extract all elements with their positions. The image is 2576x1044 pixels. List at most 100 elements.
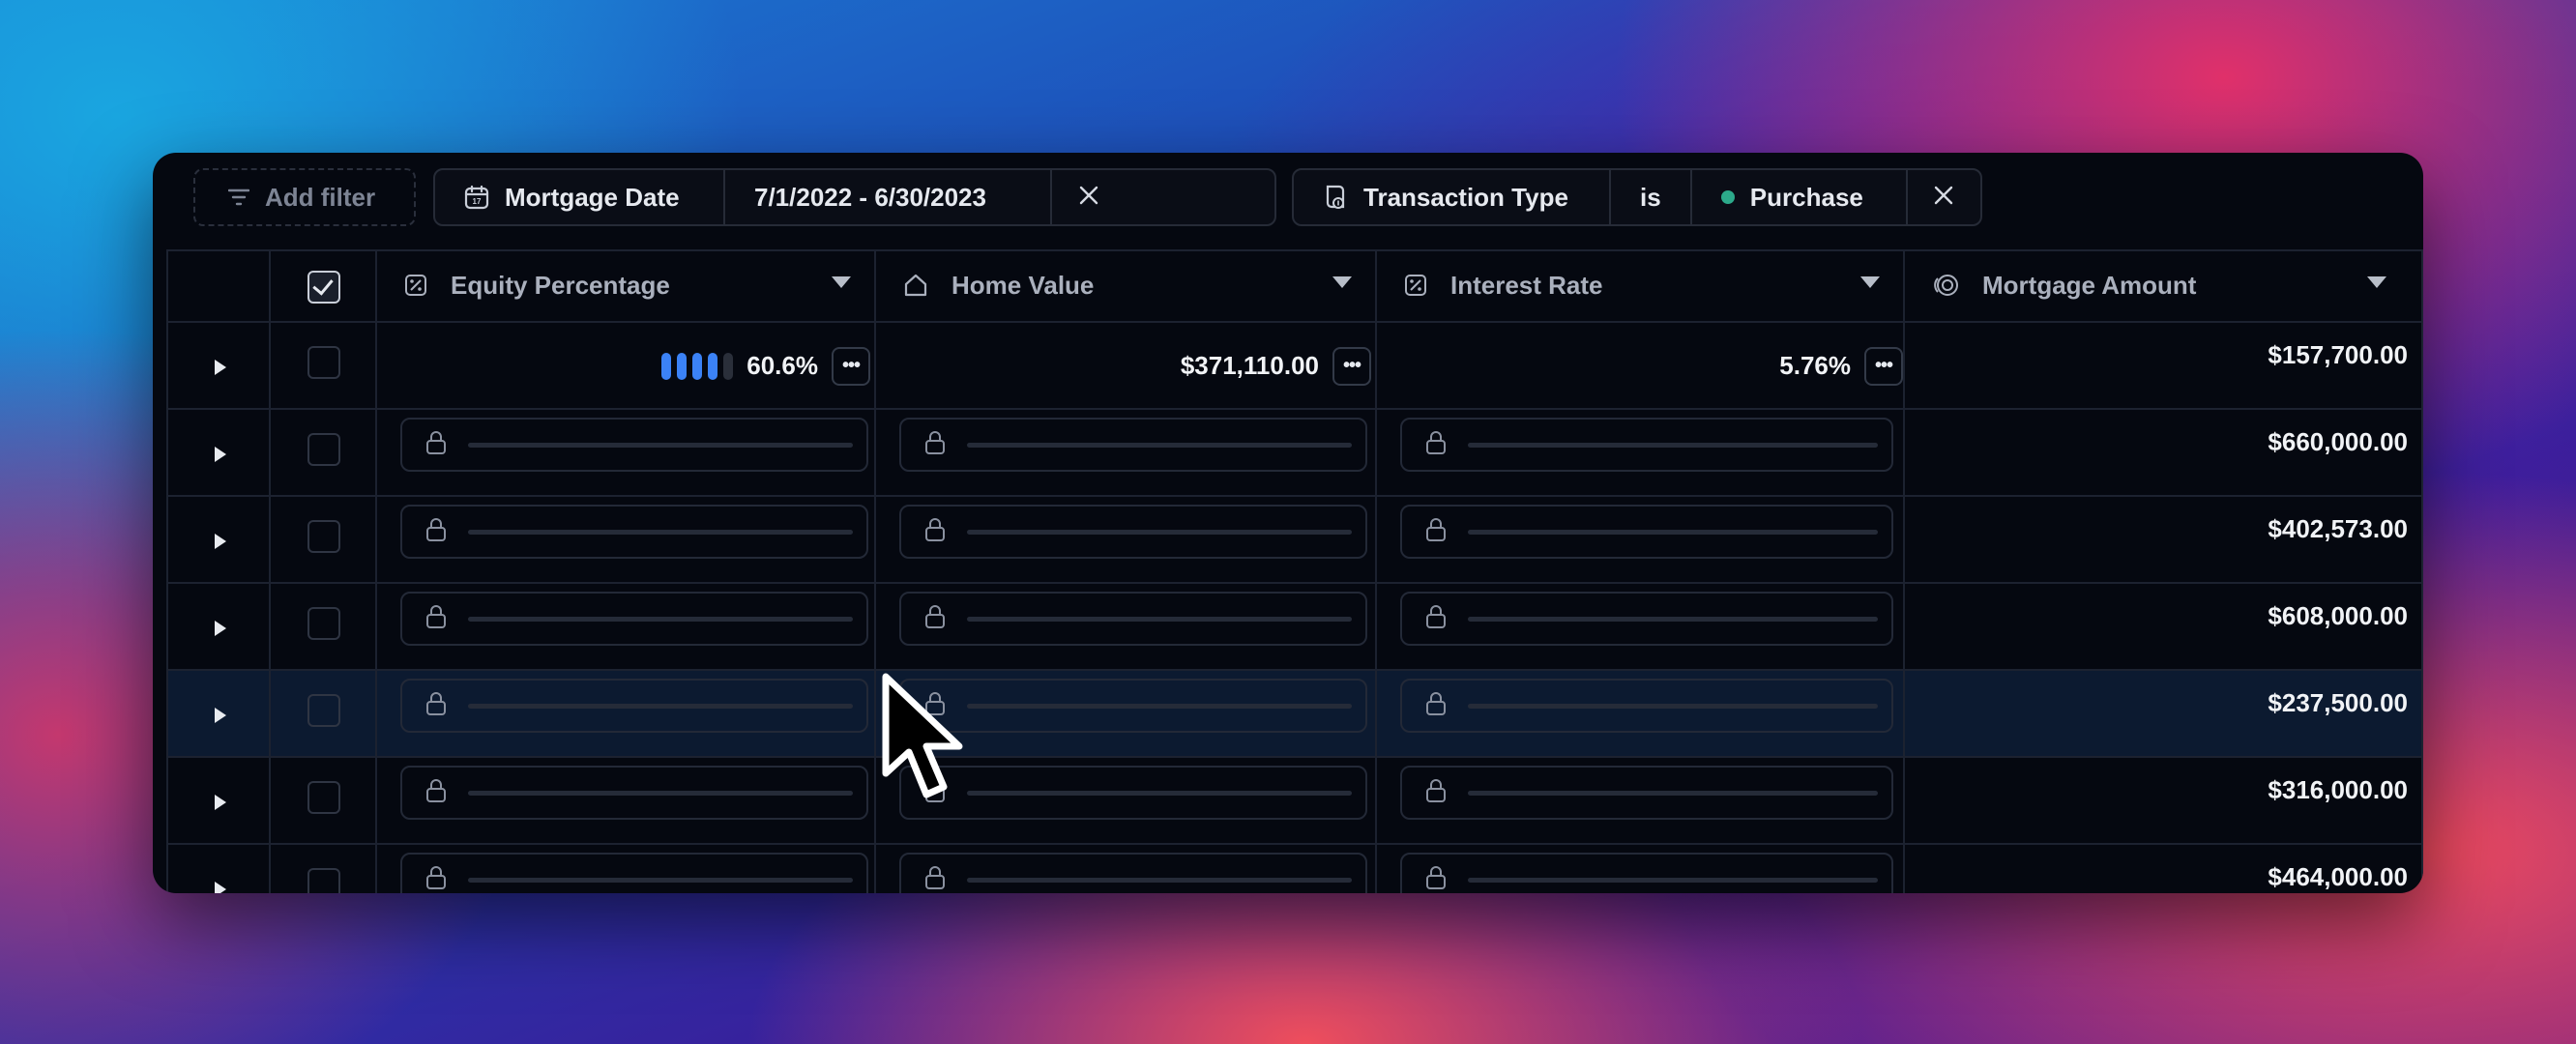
column-header-mortgage-amount[interactable]: Mortgage Amount [1918,249,2423,321]
locked-cell[interactable] [400,853,868,893]
more-options-button[interactable]: ••• [1864,346,1903,386]
column-header-label: Home Value [951,270,1095,300]
transaction-type-operator[interactable]: is [1611,170,1692,224]
equity-level-bars [661,352,734,380]
table-row[interactable]: 60.6% ••• $371,110.00 ••• 5.76% ••• $157… [166,323,2423,409]
receipt-icon [1323,184,1348,211]
locked-cell[interactable] [1400,505,1893,559]
expand-row-icon[interactable] [215,708,226,723]
table-row[interactable]: $237,500.00 [166,671,2423,757]
caret-down-icon[interactable] [2367,276,2386,288]
locked-cell[interactable] [1400,766,1893,820]
close-icon [1078,183,1099,213]
equity-percentage-cell[interactable]: 60.6% ••• [391,323,870,409]
placeholder-bar [967,616,1352,622]
equity-bar-segment [708,352,718,380]
equity-bar-segment [661,352,672,380]
grid-line [166,756,2423,758]
interest-rate-value: 5.76% [1779,351,1851,380]
expand-row-icon[interactable] [215,534,226,549]
placeholder-bar [967,703,1352,709]
row-checkbox[interactable] [307,694,340,727]
placeholder-bar [468,442,853,448]
coins-icon [1932,273,1959,298]
locked-cell[interactable] [899,505,1367,559]
placeholder-bar [1468,703,1878,709]
home-value-value: $371,110.00 [1180,351,1319,380]
lock-icon [425,865,447,894]
transaction-type-field[interactable]: Transaction Type [1294,170,1611,224]
row-checkbox[interactable] [307,607,340,640]
caret-down-icon[interactable] [1332,276,1352,288]
grid-line [269,249,271,893]
add-filter-button[interactable]: Add filter [193,168,416,226]
caret-down-icon[interactable] [1860,276,1880,288]
caret-down-icon[interactable] [832,276,851,288]
locked-cell[interactable] [1400,679,1893,733]
column-header-interest-rate[interactable]: Interest Rate [1390,249,1917,321]
equity-bar-segment [723,352,734,380]
expand-row-icon[interactable] [215,795,226,810]
mortgage-amount-value: $464,000.00 [2268,862,2408,891]
lock-icon [425,604,447,634]
locked-cell[interactable] [899,853,1367,893]
mouse-pointer-icon [880,673,973,809]
percent-icon [404,274,427,297]
expand-row-icon[interactable] [215,621,226,636]
mortgage-amount-value: $660,000.00 [2268,427,2408,456]
table-row[interactable]: $660,000.00 [166,410,2423,496]
locked-cell[interactable] [400,766,868,820]
column-header-equity-percentage[interactable]: Equity Percentage [391,249,888,321]
lock-icon [924,604,946,634]
locked-cell[interactable] [1400,853,1893,893]
date-range-text: 7/1/2022 - 6/30/2023 [754,182,986,212]
remove-type-filter-button[interactable] [1908,170,1980,224]
locked-cell[interactable] [400,505,868,559]
calendar-icon: 17 [464,185,489,210]
remove-date-filter-button[interactable] [1052,170,1126,224]
column-header-label: Interest Rate [1450,270,1603,300]
mortgage-date-range-value[interactable]: 7/1/2022 - 6/30/2023 [725,170,1052,224]
select-all-checkbox[interactable] [307,271,340,304]
locked-cell[interactable] [400,592,868,646]
more-options-button[interactable]: ••• [1332,346,1371,386]
placeholder-bar [468,877,853,883]
expand-row-icon[interactable] [215,882,226,893]
more-options-button[interactable]: ••• [832,346,870,386]
interest-rate-cell[interactable]: 5.76% ••• [1390,323,1903,409]
home-value-cell[interactable]: $371,110.00 ••• [890,323,1371,409]
filter-lines-icon [227,183,250,213]
table-row[interactable]: $464,000.00 [166,845,2423,893]
table-row[interactable]: $316,000.00 [166,758,2423,844]
mortgage-amount-value: $316,000.00 [2268,775,2408,804]
row-checkbox[interactable] [307,868,340,893]
lock-icon [1425,778,1447,808]
home-icon [903,273,928,298]
mortgage-date-field[interactable]: 17 Mortgage Date [435,170,725,224]
row-checkbox[interactable] [307,433,340,466]
table-row[interactable]: $608,000.00 [166,584,2423,670]
placeholder-bar [967,877,1352,883]
transaction-type-value[interactable]: Purchase [1692,170,1908,224]
expand-row-icon[interactable] [215,447,226,462]
mortgage-amount-value: $237,500.00 [2268,688,2408,717]
mortgage-amount-cell[interactable]: $157,700.00 [1918,323,2423,409]
lock-icon [1425,517,1447,547]
row-checkbox[interactable] [307,520,340,553]
table-row[interactable]: $402,573.00 [166,497,2423,583]
locked-cell[interactable] [899,592,1367,646]
locked-cell[interactable] [1400,418,1893,472]
lock-icon [425,691,447,721]
row-checkbox[interactable] [307,346,340,379]
locked-cell[interactable] [1400,592,1893,646]
locked-cell[interactable] [400,679,868,733]
data-table-panel: Add filter 17 Mortgage Date 7/1/2022 - 6… [153,153,2423,893]
expand-row-icon[interactable] [215,360,226,375]
locked-cell[interactable] [400,418,868,472]
close-icon [1933,183,1954,213]
placeholder-bar [967,442,1352,448]
locked-cell[interactable] [899,418,1367,472]
column-header-home-value[interactable]: Home Value [890,249,1389,321]
row-checkbox[interactable] [307,781,340,814]
grid-line [166,408,2423,410]
